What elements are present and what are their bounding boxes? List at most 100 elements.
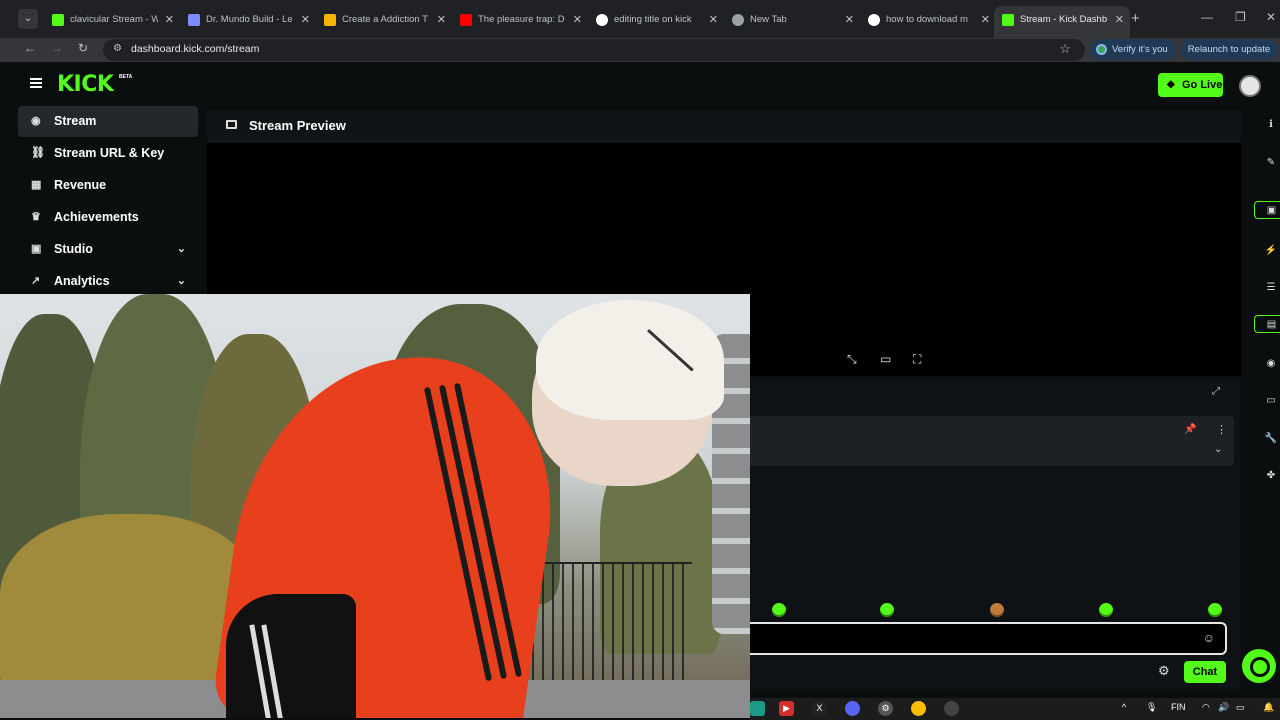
- avatar[interactable]: [1239, 75, 1261, 97]
- google-icon: [868, 14, 880, 26]
- volume-icon[interactable]: 🔊: [1218, 702, 1229, 713]
- battery-icon[interactable]: ▭: [1236, 702, 1245, 713]
- sidebar-item-revenue[interactable]: ▦ Revenue: [18, 170, 198, 201]
- browser-tab[interactable]: Create a Addiction T ✕: [316, 6, 452, 34]
- sidebar-item-label: Analytics: [54, 274, 110, 288]
- chevron-down-icon[interactable]: ⌄: [1214, 444, 1222, 455]
- emoji-icon[interactable]: ☺: [1203, 631, 1215, 645]
- restore-icon[interactable]: ❐: [1235, 10, 1246, 24]
- app-icon[interactable]: ▶: [779, 701, 794, 716]
- browser-tab-active[interactable]: Stream - Kick Dashb ✕: [994, 6, 1130, 38]
- x-icon[interactable]: X: [812, 701, 827, 716]
- close-icon[interactable]: ✕: [845, 6, 854, 34]
- emote-icon[interactable]: [880, 603, 894, 617]
- chat-input[interactable]: ☺: [750, 622, 1227, 655]
- sidebar-item-analytics[interactable]: ↗ Analytics ⌄: [18, 266, 198, 297]
- link-icon: ⛓: [31, 147, 45, 159]
- support-chat-button[interactable]: [1242, 649, 1276, 683]
- apps-icon[interactable]: ✤: [1262, 467, 1280, 485]
- language-indicator[interactable]: FIN: [1171, 702, 1186, 712]
- kick-logo[interactable]: KICK: [57, 72, 114, 97]
- kick-header: KICK BETA ◆ Go Live: [12, 64, 1280, 106]
- sidebar-item-studio[interactable]: ▣ Studio ⌄: [18, 234, 198, 265]
- close-icon[interactable]: ✕: [437, 6, 446, 34]
- chat-toggle-icon[interactable]: ▤: [1254, 315, 1280, 333]
- lightning-icon[interactable]: ⚡: [1262, 242, 1280, 260]
- google-icon: [596, 14, 608, 26]
- chevron-down-icon: ⌄: [176, 243, 186, 255]
- tab-search-button[interactable]: ⌄: [18, 9, 38, 29]
- notification-icon[interactable]: 🔔: [1263, 702, 1274, 713]
- verify-button[interactable]: Verify it's you: [1090, 39, 1176, 60]
- go-live-label: Go Live: [1182, 79, 1223, 91]
- browser-toolbar: ← → ↻ ⚙ dashboard.kick.com/stream ☆ Veri…: [0, 38, 1280, 62]
- sidebar-item-stream[interactable]: ◉ Stream: [18, 106, 198, 137]
- preview-toggle-icon[interactable]: ▣: [1254, 201, 1280, 219]
- emote-icon[interactable]: [1208, 603, 1222, 617]
- beta-badge: BETA: [119, 74, 133, 80]
- gear-icon[interactable]: ⚙: [1158, 663, 1170, 679]
- sidebar-item-stream-url-key[interactable]: ⛓ Stream URL & Key: [18, 138, 198, 169]
- page-title: Stream Preview: [249, 118, 346, 133]
- sidebar-item-label: Stream URL & Key: [54, 146, 165, 160]
- app-icon[interactable]: [944, 701, 959, 716]
- browser-tab[interactable]: Dr. Mundo Build - Le ✕: [180, 6, 316, 34]
- browser-tab[interactable]: editing title on kick ✕: [588, 6, 724, 34]
- settings-app-icon[interactable]: ⚙: [878, 701, 893, 716]
- close-icon[interactable]: ✕: [301, 6, 310, 34]
- chrome-icon[interactable]: [911, 701, 926, 716]
- fullscreen-icon[interactable]: ⛶: [913, 352, 921, 367]
- trophy-icon: ♛: [31, 211, 41, 223]
- minimize-player-icon[interactable]: ⤡: [847, 352, 857, 367]
- relaunch-button[interactable]: Relaunch to update: [1180, 39, 1278, 60]
- sidebar-item-achievements[interactable]: ♛ Achievements: [18, 202, 198, 233]
- close-icon[interactable]: ✕: [165, 6, 174, 34]
- pin-icon[interactable]: 📌: [1184, 424, 1196, 435]
- tab-title: The pleasure trap: D: [478, 14, 565, 25]
- browser-tab[interactable]: how to download m ✕: [860, 6, 996, 34]
- close-icon[interactable]: ✕: [981, 6, 990, 34]
- pinned-message: 📌 ⋮ ⌄: [750, 416, 1234, 466]
- new-tab-button[interactable]: +: [1131, 10, 1140, 27]
- emote-icon[interactable]: [1099, 603, 1113, 617]
- edit-icon[interactable]: ✎: [1262, 154, 1280, 172]
- forward-icon[interactable]: →: [51, 41, 63, 55]
- card-icon[interactable]: ▭: [1262, 392, 1280, 410]
- go-live-button[interactable]: ◆ Go Live: [1158, 73, 1223, 97]
- wifi-icon[interactable]: ◠: [1202, 702, 1210, 713]
- sidebar: ◉ Stream ⛓ Stream URL & Key ▦ Revenue ♛ …: [12, 106, 204, 296]
- tab-title: Create a Addiction T: [342, 14, 428, 25]
- discord-icon[interactable]: [845, 701, 860, 716]
- close-icon[interactable]: ✕: [709, 6, 718, 34]
- address-bar[interactable]: ⚙ dashboard.kick.com/stream ☆: [103, 39, 1085, 61]
- more-options-icon[interactable]: ⋮: [1216, 423, 1227, 436]
- menu-icon[interactable]: [30, 78, 42, 88]
- site-info-icon[interactable]: ⚙: [113, 43, 122, 54]
- emote-icon[interactable]: [772, 603, 786, 617]
- browser-tab[interactable]: clavicular Stream - W ✕: [44, 6, 180, 34]
- tray-chevron-icon[interactable]: ^: [1122, 702, 1126, 712]
- app-icon[interactable]: [750, 701, 765, 716]
- close-icon[interactable]: ✕: [1115, 6, 1124, 34]
- popout-icon[interactable]: ⤢: [1212, 386, 1220, 397]
- list-icon[interactable]: ☰: [1262, 279, 1280, 297]
- right-rail: ℹ ✎ ▣ ⚡ ☰ ▤ ◉ ▭ 🔧 ✤: [1244, 106, 1280, 696]
- reload-icon[interactable]: ↻: [78, 41, 88, 55]
- eye-icon[interactable]: ◉: [1262, 355, 1280, 373]
- close-window-icon[interactable]: ✕: [1266, 10, 1276, 24]
- wrench-icon[interactable]: 🔧: [1262, 430, 1280, 448]
- close-icon[interactable]: ✕: [573, 6, 582, 34]
- bookmark-star-icon[interactable]: ☆: [1059, 41, 1071, 57]
- sidebar-item-label: Achievements: [54, 210, 139, 224]
- shield-icon: [188, 14, 200, 26]
- emote-icon[interactable]: [990, 603, 1004, 617]
- mic-icon[interactable]: 🎙: [1146, 702, 1157, 713]
- back-icon[interactable]: ←: [24, 41, 36, 55]
- browser-tab[interactable]: The pleasure trap: D ✕: [452, 6, 588, 34]
- chat-send-button[interactable]: Chat: [1184, 661, 1226, 683]
- chevron-down-icon: ⌄: [176, 275, 186, 287]
- browser-tab[interactable]: New Tab ✕: [724, 6, 860, 34]
- theater-mode-icon[interactable]: ▭: [880, 352, 891, 366]
- info-icon[interactable]: ℹ: [1262, 116, 1280, 134]
- minimize-icon[interactable]: —: [1201, 10, 1213, 24]
